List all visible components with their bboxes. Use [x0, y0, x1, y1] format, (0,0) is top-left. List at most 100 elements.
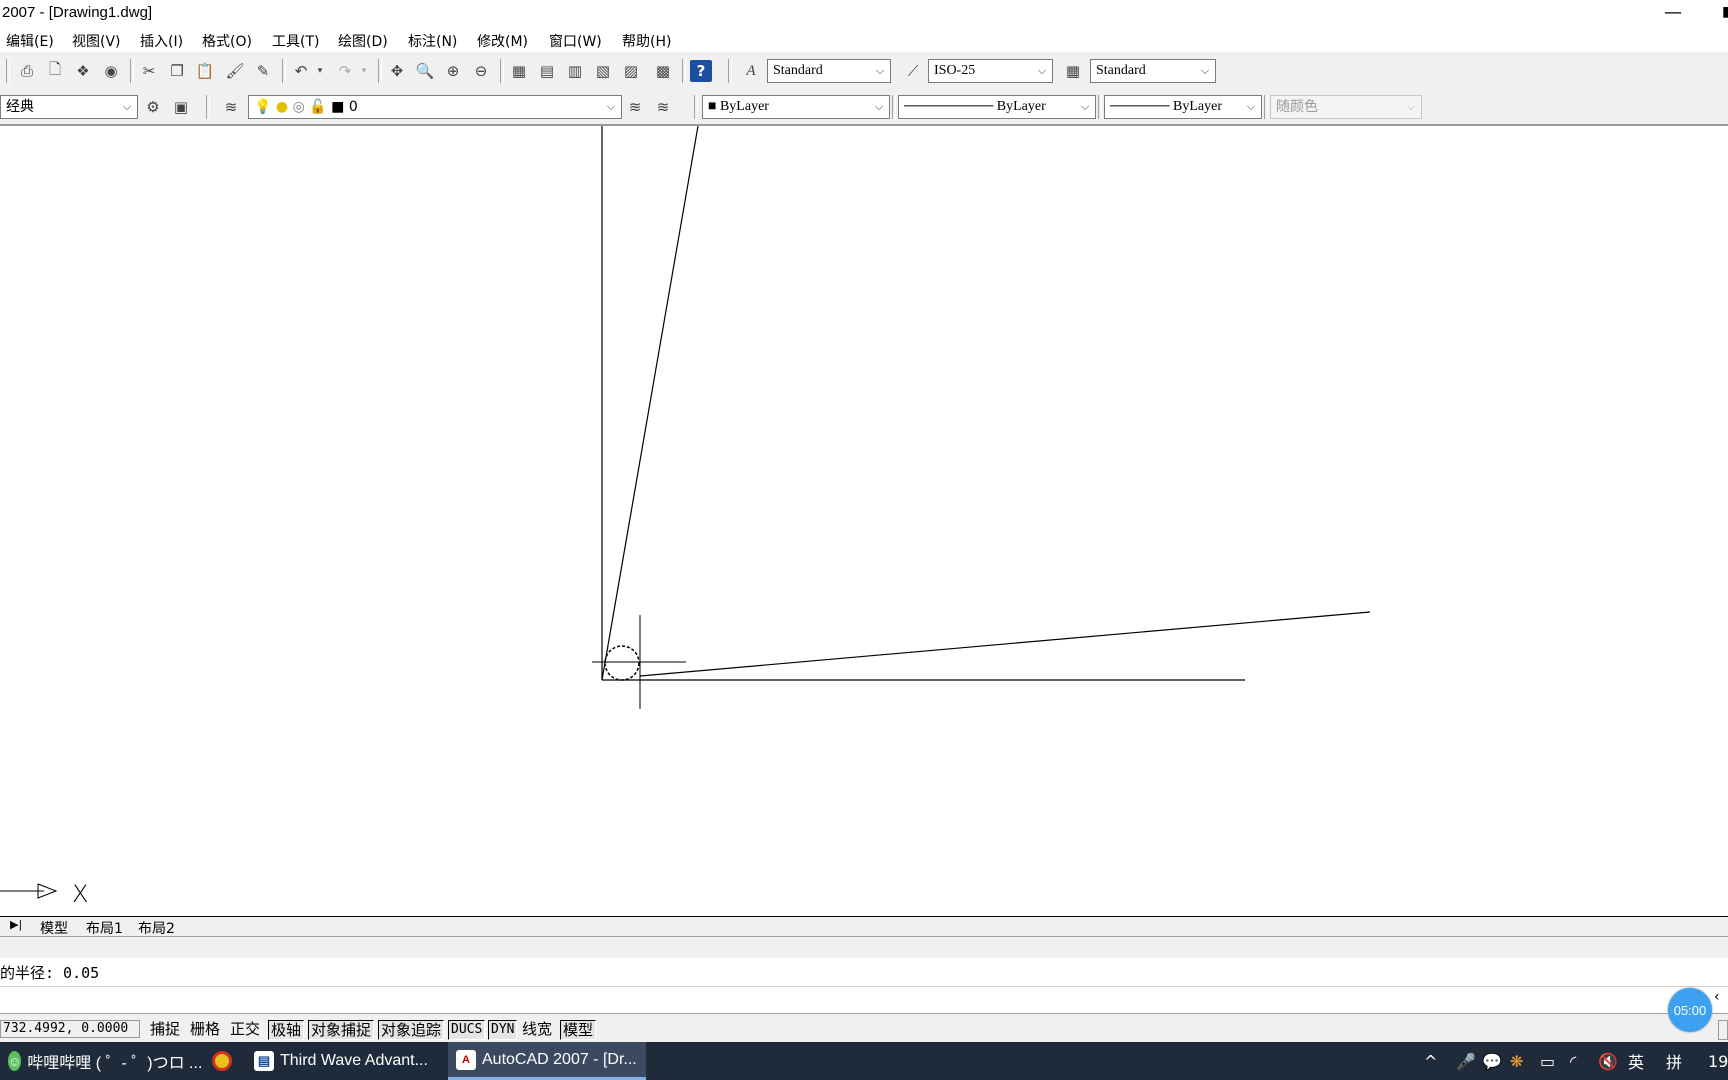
menu-draw[interactable]: 绘图(D)	[338, 31, 388, 51]
undo-icon[interactable]: ↶	[290, 60, 312, 82]
command-history-line: 的半径: 0.05	[0, 964, 100, 982]
chevron-down-icon: ⌵	[1080, 100, 1090, 113]
menu-tools[interactable]: 工具(T)	[272, 31, 319, 51]
taskbar-item-bilibili[interactable]: ☺ 哔哩哔哩 ( ゜- ゜)つロ ...	[0, 1042, 202, 1080]
sun-icon: ●	[275, 99, 289, 115]
model-toggle[interactable]: 模型	[560, 1020, 597, 1040]
color-select[interactable]: ■ ByLayer ⌵	[702, 95, 890, 119]
zoom-previous-icon[interactable]: ⊖	[470, 60, 492, 82]
make-object-layer-current-icon[interactable]: ≋	[624, 96, 646, 118]
window-edge-glyph: ▮	[1722, 4, 1728, 20]
design-center-icon[interactable]: ▤	[536, 60, 558, 82]
command-history: 的半径: 0.05	[0, 958, 1728, 987]
copy-icon[interactable]: ❐	[166, 60, 188, 82]
lightbulb-icon: 💡	[254, 99, 272, 115]
microphone-icon[interactable]: 🎤	[1456, 1042, 1476, 1080]
menu-window[interactable]: 窗口(W)	[549, 31, 602, 51]
toolbar-separator	[682, 59, 686, 83]
grid-toggle[interactable]: 栅格	[188, 1020, 222, 1040]
block-editor-icon[interactable]: ✎	[252, 60, 274, 82]
taskbar-item-label: Third Wave Advant...	[280, 1052, 428, 1069]
layer-previous-icon[interactable]: ≋	[652, 96, 674, 118]
command-input[interactable]: ‹	[0, 987, 1728, 1014]
input-method-icon[interactable]: 拼	[1666, 1042, 1682, 1080]
layer-manager-icon[interactable]: ≋	[220, 96, 242, 118]
drawing-canvas[interactable]: X	[0, 125, 1728, 916]
minimize-button[interactable]: —	[1664, 2, 1682, 23]
plot-preview-icon[interactable]: 🗋	[44, 60, 66, 82]
menu-view[interactable]: 视图(V)	[72, 31, 121, 51]
sheet-set-icon[interactable]: ▧	[592, 60, 614, 82]
ortho-toggle[interactable]: 正交	[228, 1020, 262, 1040]
dim-style-icon[interactable]: ⟋	[902, 60, 924, 82]
menu-help[interactable]: 帮助(H)	[622, 31, 671, 51]
wifi-icon[interactable]: ◜	[1570, 1042, 1576, 1080]
snap-toggle[interactable]: 捕捉	[148, 1020, 182, 1040]
calculator-icon[interactable]: ▩	[652, 60, 674, 82]
workspace-select[interactable]: 经典 ⌵	[0, 95, 138, 119]
plot-icon[interactable]: ⎙	[16, 60, 38, 82]
save-workspace-icon[interactable]: ▣	[170, 96, 192, 118]
text-style-select[interactable]: Standard ⌵	[767, 59, 891, 83]
tab-nav-last-icon[interactable]: ▶|	[10, 918, 22, 931]
chevron-down-icon: ⌵	[1406, 100, 1416, 113]
ducs-toggle[interactable]: DUCS	[448, 1020, 486, 1040]
zoom-realtime-icon[interactable]: 🔍	[414, 60, 436, 82]
plot-style-value: 随颜色	[1276, 99, 1318, 115]
tool-palettes-icon[interactable]: ▥	[564, 60, 586, 82]
text-style-icon[interactable]: A	[740, 60, 762, 82]
publish-icon[interactable]: ❖	[72, 60, 94, 82]
wechat-icon[interactable]: 💬	[1482, 1042, 1502, 1080]
clock[interactable]: 19	[1708, 1042, 1728, 1080]
dim-style-select[interactable]: ISO-25 ⌵	[928, 59, 1053, 83]
chevron-down-icon: ⌵	[606, 100, 616, 113]
polar-toggle[interactable]: 极轴	[268, 1020, 305, 1040]
redo-dropdown-icon[interactable]: ▾	[358, 60, 370, 82]
battery-icon[interactable]: ▭	[1540, 1042, 1555, 1080]
tab-layout1[interactable]: 布局1	[86, 918, 123, 938]
volume-muted-icon[interactable]: 🔇	[1598, 1042, 1618, 1080]
taskbar-item-third-wave[interactable]: ▤ Third Wave Advant...	[248, 1042, 444, 1080]
undo-dropdown-icon[interactable]: ▾	[314, 60, 326, 82]
menu-format[interactable]: 格式(O)	[202, 31, 252, 51]
properties-icon[interactable]: ▦	[508, 60, 530, 82]
3d-dwf-icon[interactable]: ◉	[100, 60, 122, 82]
menu-dimension[interactable]: 标注(N)	[408, 31, 457, 51]
taskbar-item-autocad[interactable]: A AutoCAD 2007 - [Dr...	[448, 1042, 646, 1080]
pan-realtime-icon[interactable]: ✥	[386, 60, 408, 82]
menu-edit[interactable]: 编辑(E)	[6, 31, 54, 51]
toolbar-separator	[500, 59, 504, 83]
tray-chevron-icon[interactable]: ^	[1424, 1042, 1437, 1080]
paste-icon[interactable]: 📋	[194, 60, 216, 82]
osnap-toggle[interactable]: 对象捕捉	[308, 1020, 375, 1040]
tab-model[interactable]: 模型	[40, 918, 68, 938]
help-icon[interactable]: ?	[690, 60, 712, 82]
tab-layout2[interactable]: 布局2	[138, 918, 175, 938]
cut-icon[interactable]: ✂	[138, 60, 160, 82]
collapse-arrow-icon[interactable]: ‹	[1714, 989, 1720, 1005]
markup-icon[interactable]: ▨	[620, 60, 642, 82]
input-language[interactable]: 英	[1628, 1042, 1644, 1080]
layers-toolbar: 经典 ⌵ ⚙ ▣ ≋ 💡 ● ◎ 🔓 ■ 0 ⌵ ≋ ≋ ■ ByLayer ⌵ ─…	[0, 90, 1728, 126]
menu-insert[interactable]: 插入(I)	[140, 31, 183, 51]
taskbar-item-chrome[interactable]	[204, 1042, 240, 1080]
linetype-select[interactable]: ───────── ByLayer ⌵	[898, 95, 1096, 119]
plot-style-select[interactable]: 随颜色 ⌵	[1270, 95, 1422, 119]
match-properties-icon[interactable]: 🖌	[224, 60, 246, 82]
toolbar-separator	[378, 59, 382, 83]
zoom-window-icon[interactable]: ⊕	[442, 60, 464, 82]
workspace-settings-icon[interactable]: ⚙	[142, 96, 164, 118]
lineweight-toggle[interactable]: 线宽	[520, 1020, 554, 1040]
timer-badge[interactable]: 05:00	[1668, 988, 1712, 1032]
toolbar-separator	[892, 95, 896, 119]
menu-modify[interactable]: 修改(M)	[477, 31, 528, 51]
tray-app-icon[interactable]: ❋	[1510, 1042, 1523, 1080]
autocad-icon: A	[456, 1049, 476, 1070]
table-style-select[interactable]: Standard ⌵	[1090, 59, 1216, 83]
redo-icon[interactable]: ↷	[334, 60, 356, 82]
table-style-icon[interactable]: ▦	[1062, 60, 1084, 82]
layer-select[interactable]: 💡 ● ◎ 🔓 ■ 0 ⌵	[248, 95, 622, 119]
lineweight-select[interactable]: ────── ByLayer ⌵	[1104, 95, 1262, 119]
otrack-toggle[interactable]: 对象追踪	[378, 1020, 445, 1040]
dyn-toggle[interactable]: DYN	[488, 1020, 518, 1040]
